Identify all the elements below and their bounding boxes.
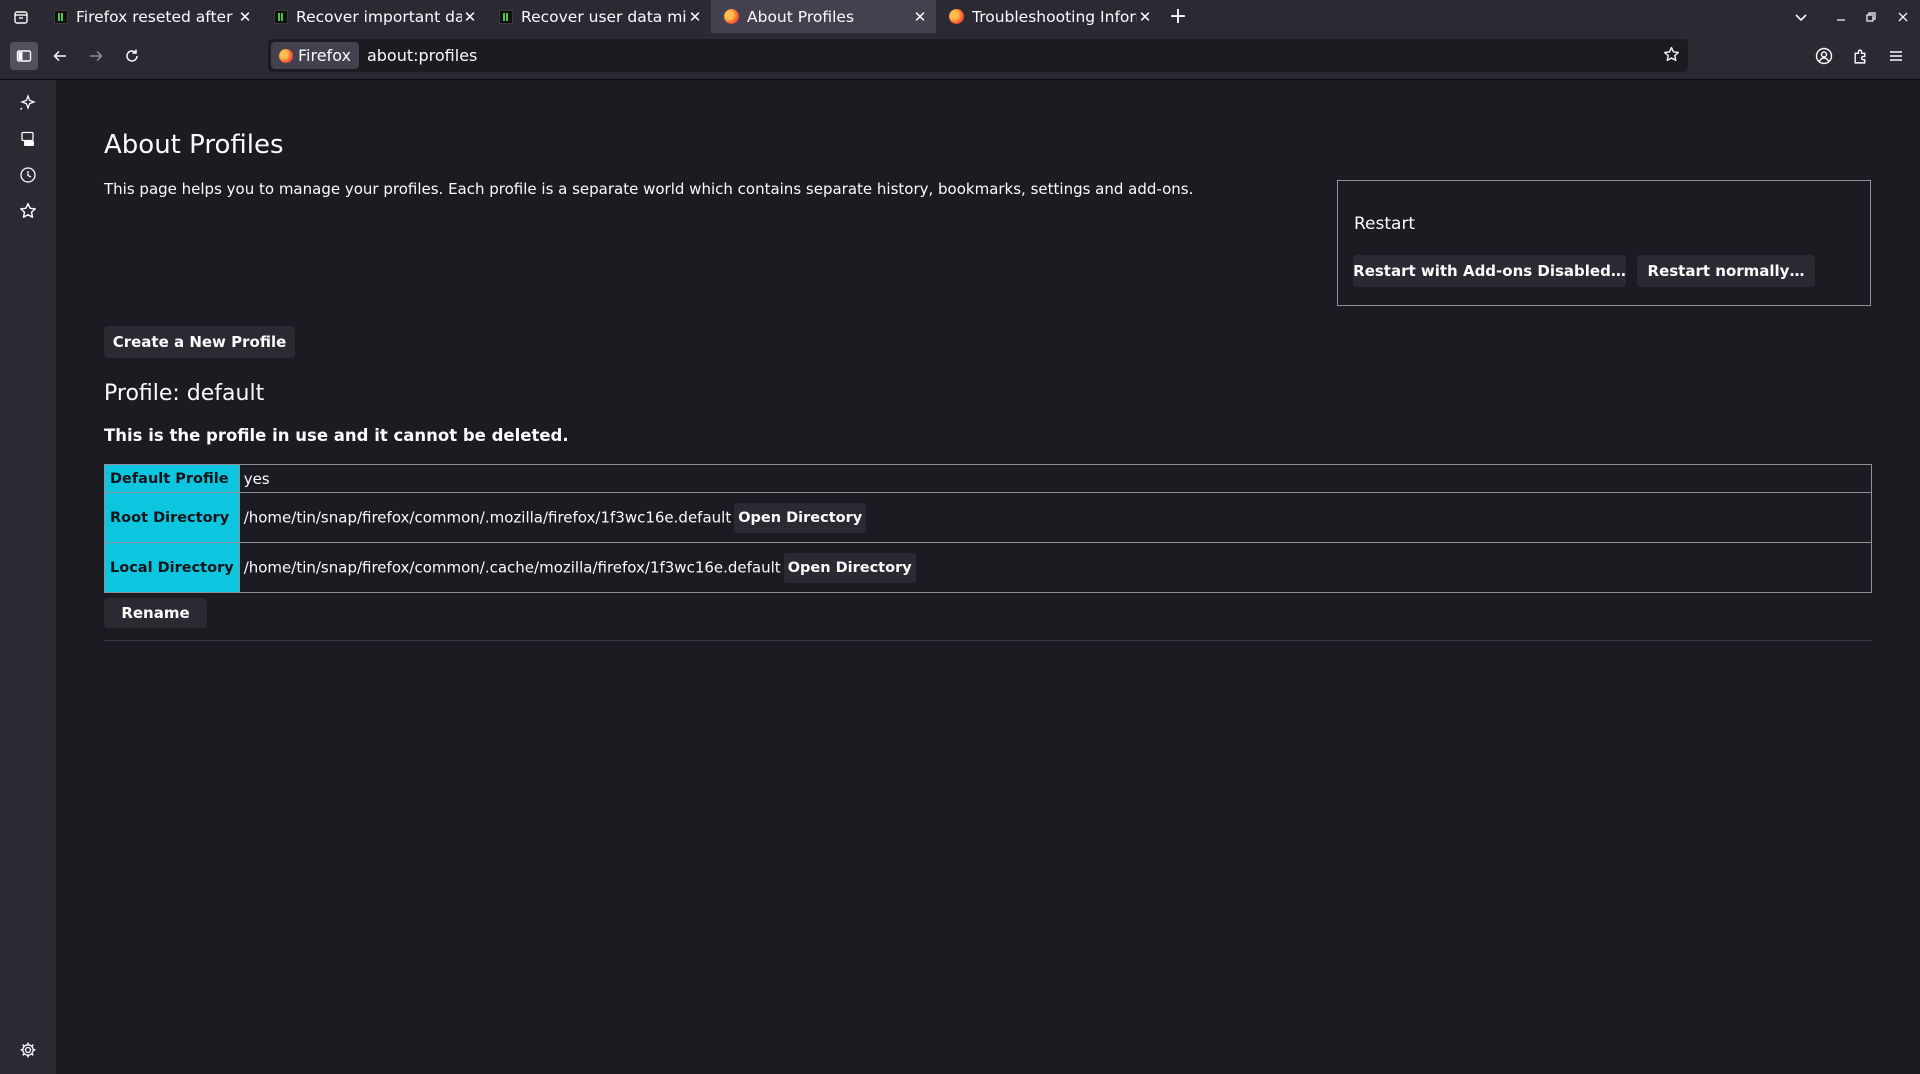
open-root-directory-button[interactable]: Open Directory (734, 502, 867, 533)
close-tab-icon[interactable]: ✕ (462, 8, 478, 26)
default-profile-label: Default Profile (104, 464, 240, 493)
root-directory-cell: /home/tin/snap/firefox/common/.mozilla/f… (238, 492, 1873, 543)
firefox-view-icon (13, 10, 28, 24)
url-text[interactable]: about:profiles (367, 46, 477, 65)
window-controls (1776, 0, 1920, 33)
restart-panel: Restart Restart with Add-ons Disabled… R… (1337, 180, 1871, 306)
close-window-button[interactable] (1886, 0, 1920, 33)
restart-normally-button[interactable]: Restart normally… (1637, 255, 1815, 287)
hamburger-menu-icon (1890, 51, 1902, 61)
star-icon (20, 202, 36, 218)
back-arrow-icon (53, 50, 66, 62)
sparkle-icon (20, 94, 36, 110)
default-profile-value: yes (238, 464, 1873, 493)
profile-details-table: Default Profile yes Root Directory /home… (104, 464, 1873, 593)
account-icon (1815, 47, 1833, 65)
puzzle-piece-icon (1853, 49, 1865, 64)
root-directory-path: /home/tin/snap/firefox/common/.mozilla/f… (243, 508, 732, 526)
sidebar-settings-button[interactable] (18, 1040, 38, 1060)
extensions-button[interactable] (1846, 42, 1874, 70)
divider (104, 640, 1872, 641)
close-icon (1898, 12, 1908, 21)
bookmarks-button[interactable] (18, 201, 38, 221)
terminal-favicon-icon (274, 9, 288, 24)
root-directory-label: Root Directory (104, 492, 240, 543)
navigation-toolbar: Firefox about:profiles (0, 33, 1920, 80)
new-tab-button[interactable]: + (1161, 0, 1195, 33)
reload-icon (126, 49, 138, 62)
plus-icon: + (1168, 4, 1188, 29)
restart-addons-disabled-button[interactable]: Restart with Add-ons Disabled… (1353, 255, 1626, 287)
table-row: Default Profile yes (104, 464, 1873, 493)
rename-profile-button[interactable]: Rename (104, 598, 207, 628)
local-directory-cell: /home/tin/snap/firefox/common/.cache/moz… (238, 542, 1873, 593)
identity-box[interactable]: Firefox (271, 42, 359, 69)
tab-title: Firefox reseted after rebo (76, 7, 237, 26)
table-row: Root Directory /home/tin/snap/firefox/co… (104, 492, 1873, 543)
local-directory-label: Local Directory (104, 542, 240, 593)
sidebar-toggle-button[interactable] (10, 42, 38, 70)
close-tab-icon[interactable]: ✕ (237, 8, 253, 26)
minimize-icon (1837, 18, 1845, 21)
tab-2[interactable]: Recover important data fr ✕ (261, 0, 486, 33)
back-button[interactable] (46, 42, 74, 70)
clock-icon (20, 167, 36, 183)
firefox-favicon-icon (949, 9, 964, 24)
profile-in-use-note: This is the profile in use and it cannot… (104, 426, 569, 445)
chevron-down-icon (1795, 13, 1807, 21)
close-tab-icon[interactable]: ✕ (1137, 8, 1153, 26)
close-tab-icon[interactable]: ✕ (912, 8, 928, 26)
url-bar[interactable]: Firefox about:profiles (268, 39, 1688, 72)
page-title: About Profiles (104, 130, 284, 160)
open-local-directory-button[interactable]: Open Directory (783, 552, 916, 583)
page-intro: This page helps you to manage your profi… (104, 180, 1194, 198)
restart-heading: Restart (1354, 214, 1416, 234)
restore-button[interactable] (1856, 0, 1886, 33)
firefox-favicon-icon (724, 9, 739, 24)
tab-3[interactable]: Recover user data missing ✕ (486, 0, 711, 33)
account-button[interactable] (1810, 42, 1838, 70)
tab-title: Recover important data fr (296, 7, 462, 26)
forward-button[interactable] (82, 42, 110, 70)
tab-strip: Firefox reseted after rebo ✕ Recover imp… (0, 0, 1920, 33)
app-menu-button[interactable] (1882, 42, 1910, 70)
gear-icon (20, 1042, 36, 1058)
tab-5[interactable]: Troubleshooting Informat ✕ (936, 0, 1161, 33)
terminal-favicon-icon (499, 9, 513, 24)
list-all-tabs-button[interactable] (1776, 0, 1826, 33)
table-row: Local Directory /home/tin/snap/firefox/c… (104, 542, 1873, 593)
profile-name: Profile: default (104, 381, 265, 406)
tab-title: Recover user data missing (521, 7, 687, 26)
tab-1[interactable]: Firefox reseted after rebo ✕ (41, 0, 261, 33)
identity-label: Firefox (298, 46, 351, 65)
synced-tabs-icon (21, 131, 34, 146)
restore-icon (1866, 11, 1876, 22)
star-icon (1664, 46, 1679, 62)
synced-tabs-button[interactable] (18, 129, 38, 149)
ai-chatbot-button[interactable] (18, 93, 38, 113)
reload-button[interactable] (118, 42, 146, 70)
tab-title: Troubleshooting Informat (972, 7, 1137, 26)
firefox-logo-icon (279, 48, 293, 63)
firefox-view-button[interactable] (0, 0, 41, 33)
sidebar (0, 80, 56, 1074)
history-button[interactable] (18, 165, 38, 185)
close-tab-icon[interactable]: ✕ (687, 8, 703, 26)
sidebar-icon (16, 50, 32, 62)
page-content: About Profiles This page helps you to ma… (56, 80, 1920, 1074)
tab-title: About Profiles (747, 7, 855, 26)
minimize-button[interactable] (1826, 0, 1856, 33)
create-profile-button[interactable]: Create a New Profile (104, 326, 295, 358)
bookmark-star-button[interactable] (1663, 46, 1680, 63)
tab-about-profiles[interactable]: About Profiles ✕ (711, 0, 936, 33)
terminal-favicon-icon (54, 9, 68, 24)
local-directory-path: /home/tin/snap/firefox/common/.cache/moz… (243, 558, 781, 576)
forward-arrow-icon (90, 50, 103, 62)
